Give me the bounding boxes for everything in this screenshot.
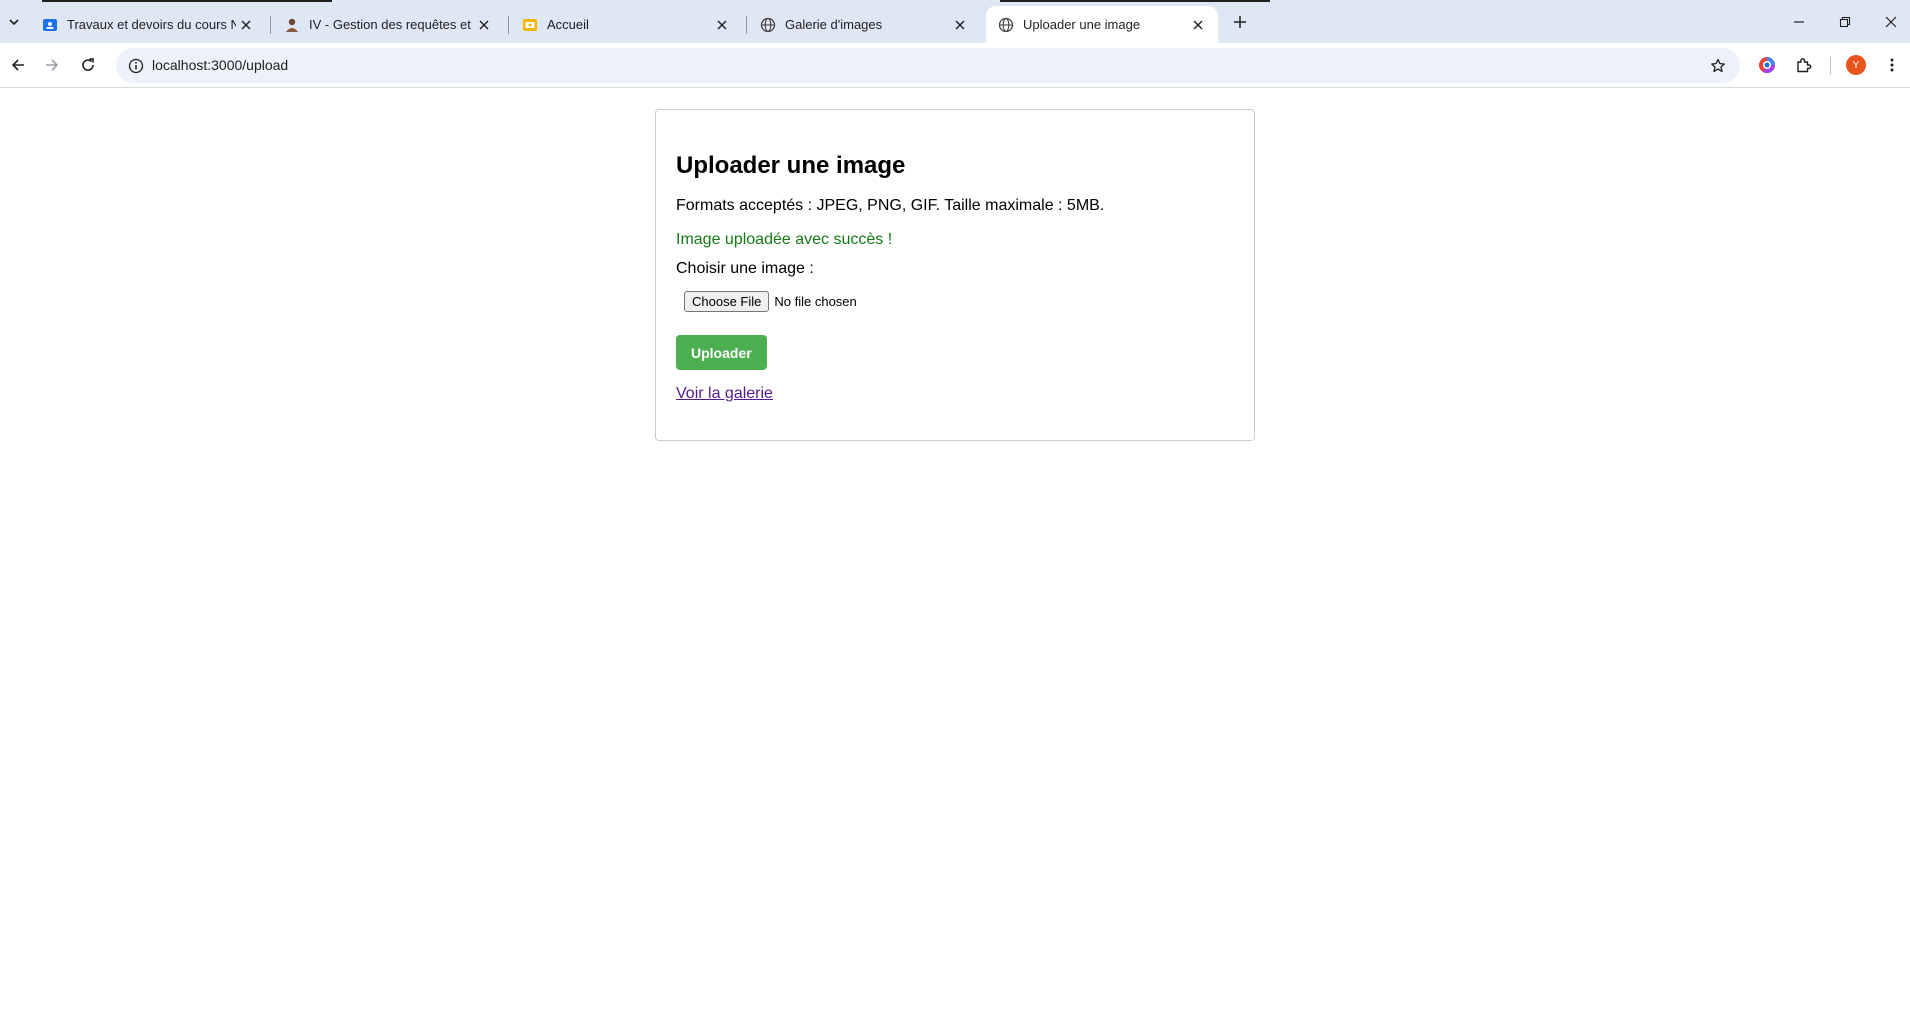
tab-search-button[interactable] xyxy=(2,10,26,34)
gallery-link[interactable]: Voir la galerie xyxy=(676,385,773,403)
minimize-icon xyxy=(1794,21,1804,23)
plus-icon xyxy=(1234,16,1246,28)
globe-icon xyxy=(998,17,1014,33)
close-tab-icon[interactable] xyxy=(950,15,970,35)
browser-toolbar: localhost:3000/upload Y xyxy=(0,43,1910,88)
arrow-left-icon xyxy=(11,59,24,71)
chevron-down-icon xyxy=(9,19,19,26)
close-tab-icon[interactable] xyxy=(474,15,494,35)
browser-menu-button[interactable] xyxy=(1880,53,1904,77)
new-tab-button[interactable] xyxy=(1228,10,1252,34)
tab-title: Travaux et devoirs du cours Nor xyxy=(67,17,236,32)
url-text[interactable]: localhost:3000/upload xyxy=(152,57,288,73)
tab-travaux-devoirs[interactable]: Travaux et devoirs du cours Nor xyxy=(30,6,266,43)
slides-icon xyxy=(522,17,538,33)
avatar: Y xyxy=(1846,55,1866,75)
classroom-icon xyxy=(42,17,58,33)
close-icon xyxy=(1885,16,1897,28)
file-status-text: No file chosen xyxy=(774,294,857,309)
tab-title: IV - Gestion des requêtes et rép xyxy=(309,17,474,32)
restore-icon xyxy=(1839,16,1851,28)
success-message: Image uploadée avec succès ! xyxy=(676,231,893,248)
tab-title: Galerie d'images xyxy=(785,17,883,32)
close-tab-icon[interactable] xyxy=(236,15,256,35)
reload-icon xyxy=(82,58,94,71)
file-input[interactable]: Choose File No file chosen xyxy=(684,291,857,312)
tab-divider xyxy=(508,16,509,34)
globe-icon xyxy=(760,17,776,33)
toolbar-divider xyxy=(1830,57,1831,75)
tab-divider xyxy=(270,16,271,34)
close-window-button[interactable] xyxy=(1878,10,1904,34)
color-extension-icon[interactable] xyxy=(1755,53,1779,77)
more-vertical-icon xyxy=(1890,58,1894,72)
tab-strip: Travaux et devoirs du cours Nor IV - Ges… xyxy=(0,0,1910,43)
choose-file-button[interactable]: Choose File xyxy=(684,291,770,312)
tab-uploader[interactable]: Uploader une image xyxy=(986,6,1218,43)
close-tab-icon[interactable] xyxy=(712,15,732,35)
extensions-puzzle-icon[interactable] xyxy=(1792,53,1816,77)
address-bar[interactable]: localhost:3000/upload xyxy=(116,48,1740,83)
tab-title: Uploader une image xyxy=(1023,17,1141,32)
close-tab-icon[interactable] xyxy=(1188,15,1208,35)
upload-button[interactable]: Uploader xyxy=(676,335,767,370)
loading-indicator xyxy=(1000,0,1270,2)
tab-title: Accueil xyxy=(547,17,589,32)
tab-accueil[interactable]: Accueil xyxy=(510,6,742,43)
tab-gestion-requetes[interactable]: IV - Gestion des requêtes et rép xyxy=(272,6,504,43)
minimize-button[interactable] xyxy=(1786,10,1812,34)
upload-card: Uploader une image Formats acceptés : JP… xyxy=(655,109,1255,441)
loading-indicator xyxy=(42,0,332,2)
choose-image-label: Choisir une image : xyxy=(676,260,814,277)
forward-button[interactable] xyxy=(40,53,64,77)
tab-divider xyxy=(746,16,747,34)
arrow-right-icon xyxy=(46,59,59,71)
site-info-icon[interactable] xyxy=(126,56,146,76)
accepted-formats-text: Formats acceptés : JPEG, PNG, GIF. Taill… xyxy=(676,197,1105,214)
restore-button[interactable] xyxy=(1832,10,1858,34)
reload-button[interactable] xyxy=(76,53,100,77)
page-title: Uploader une image xyxy=(676,152,906,179)
tab-galerie[interactable]: Galerie d'images xyxy=(748,6,980,43)
back-button[interactable] xyxy=(6,53,30,77)
profile-photo-icon xyxy=(284,17,300,33)
bookmark-star-icon[interactable] xyxy=(1708,56,1728,76)
profile-button[interactable]: Y xyxy=(1844,53,1868,77)
